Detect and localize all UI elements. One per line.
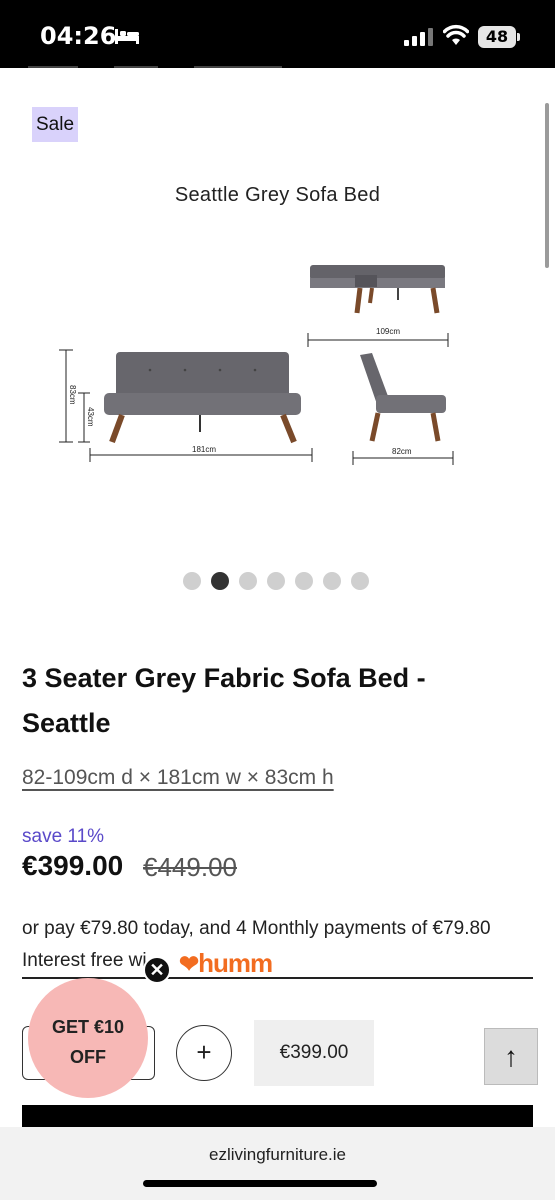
installment-text: or pay €79.80 today, and 4 Monthly payme…	[22, 918, 491, 939]
status-bar: 04:26 48	[0, 0, 555, 68]
sofa-front-view	[59, 349, 313, 462]
price-button[interactable]: €399.00	[254, 1020, 374, 1086]
dimension-label-109: 109cm	[376, 327, 400, 336]
product-dimensions-link[interactable]: 82-109cm d × 181cm w × 83cm h	[22, 766, 334, 790]
battery-cap	[517, 33, 520, 41]
product-image-title: Seattle Grey Sofa Bed	[174, 184, 381, 206]
close-promo-icon[interactable]: ✕	[143, 956, 171, 984]
current-price: €399.00	[22, 850, 124, 881]
back-to-top-button[interactable]: ↑	[484, 1028, 538, 1085]
humm-logo: ❤humm	[179, 948, 273, 978]
bed-icon	[115, 29, 139, 44]
interest-free-text: Interest free wi	[22, 950, 147, 971]
gallery-dot[interactable]	[239, 572, 257, 590]
interest-free-link[interactable]: Interest free wi ❤humm	[22, 948, 533, 979]
dimension-label-82: 82cm	[392, 447, 412, 456]
nav-remnant	[194, 66, 282, 68]
browser-url[interactable]: ezlivingfurniture.ie	[0, 1145, 555, 1165]
status-time: 04:26	[40, 22, 117, 50]
promo-line-1: GET €10	[51, 1017, 125, 1037]
product-title: 3 Seater Grey Fabric Sofa Bed - Seattle	[22, 656, 522, 746]
dimension-label-181: 181cm	[192, 445, 216, 454]
dimension-label-43: 43cm	[86, 407, 95, 427]
dimension-label-83: 83cm	[68, 385, 77, 405]
sale-badge: Sale	[32, 107, 78, 142]
promo-bubble[interactable]: GET €10 OFF	[28, 978, 148, 1098]
gallery-dot-active[interactable]	[211, 572, 229, 590]
signal-icon	[404, 28, 433, 46]
product-title-line-1: 3 Seater Grey Fabric Sofa Bed -	[22, 663, 426, 693]
gallery-dot[interactable]	[323, 572, 341, 590]
save-percentage: save 11%	[22, 826, 105, 847]
gallery-pagination	[183, 572, 369, 590]
home-indicator[interactable]	[143, 1180, 377, 1187]
gallery-dot[interactable]	[183, 572, 201, 590]
quantity-plus-button[interactable]: +	[176, 1025, 232, 1081]
gallery-dot[interactable]	[267, 572, 285, 590]
product-image[interactable]: 109cm 181cm 83cm 43cm 82cm	[0, 245, 555, 475]
promo-line-2: OFF	[70, 1047, 106, 1067]
battery-icon: 48	[478, 26, 516, 48]
was-price: €449.00	[143, 852, 237, 882]
wifi-icon	[443, 24, 469, 45]
nav-remnant	[114, 66, 158, 68]
product-title-line-2: Seattle	[22, 708, 111, 738]
nav-remnant	[28, 66, 78, 68]
gallery-dot[interactable]	[295, 572, 313, 590]
gallery-dot[interactable]	[351, 572, 369, 590]
